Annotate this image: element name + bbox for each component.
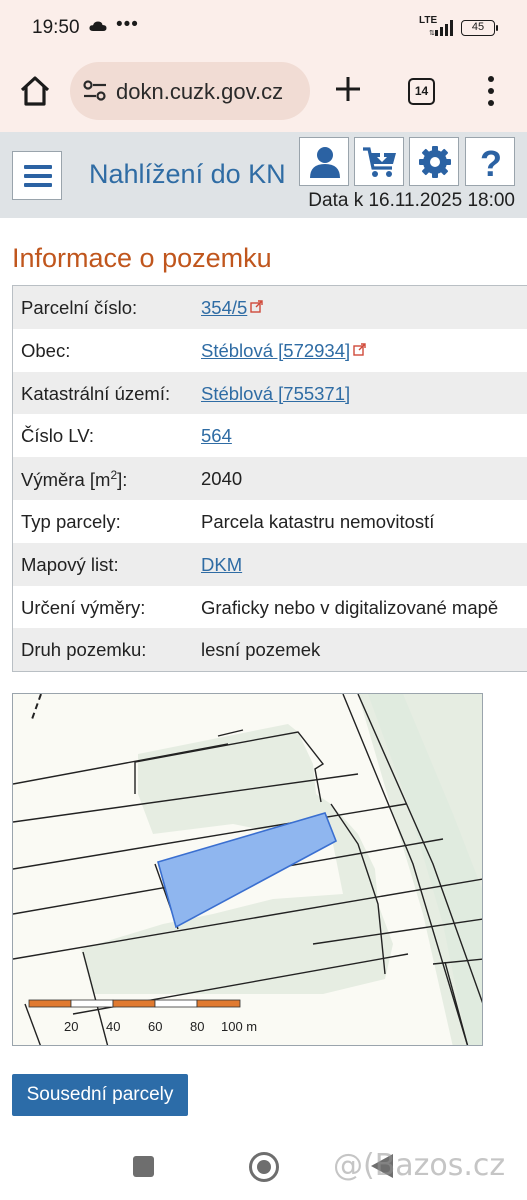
row-label: Mapový list: <box>21 553 119 575</box>
scale-label: 60 <box>148 1019 162 1034</box>
table-row: Obec: Stéblová [572934] <box>13 329 527 372</box>
row-label: Druh pozemku: <box>21 639 147 661</box>
more-vert-icon[interactable] <box>484 75 498 107</box>
gear-icon <box>419 146 451 178</box>
table-row: Číslo LV: 564 <box>13 414 527 457</box>
user-button[interactable] <box>299 137 349 186</box>
external-link-icon[interactable] <box>353 343 366 356</box>
home-circle-icon[interactable] <box>249 1152 279 1182</box>
table-row: Mapový list: DKM <box>13 542 527 586</box>
status-time: 19:50 <box>32 17 80 38</box>
parcel-number-link[interactable]: 354/5 <box>201 297 263 319</box>
row-label: Parcelní číslo: <box>21 297 138 318</box>
map-scale-bar: 20 40 60 80 100 m <box>28 999 257 1034</box>
parcel-map[interactable]: 20 40 60 80 100 m <box>12 693 483 1046</box>
row-label: Typ parcely: <box>21 510 121 532</box>
svg-text:⇅: ⇅ <box>429 30 435 36</box>
help-button[interactable]: ? <box>465 137 515 186</box>
settings-button[interactable] <box>409 137 459 186</box>
signal-icon: ⇅ <box>429 20 453 36</box>
row-label: Obec: <box>21 339 71 361</box>
cloud-icon <box>89 21 107 31</box>
external-link-icon[interactable] <box>250 300 263 313</box>
cart-icon <box>363 147 396 177</box>
scale-label: 100 m <box>221 1019 257 1034</box>
cadastral-map-drawing[interactable]: 20 40 60 80 100 m <box>13 694 483 1046</box>
table-row: Určení výměry: Graficky nebo v digitaliz… <box>13 586 527 629</box>
row-label: Určení výměry: <box>21 596 146 618</box>
watermark: @(Bazos.cz <box>333 1148 506 1183</box>
page-title: Informace o pozemku <box>12 243 272 273</box>
parcel-type-value: Parcela katastru nemovitostí <box>201 510 435 532</box>
table-row: Katastrální území: Stéblová [755371] <box>13 371 527 415</box>
address-bar[interactable]: dokn.cuzk.gov.cz <box>70 62 310 120</box>
municipality-value[interactable]: Stéblová [572934] <box>201 340 350 361</box>
ownership-sheet-link[interactable]: 564 <box>201 425 232 447</box>
neighboring-parcels-button[interactable]: Sousední parcely <box>12 1074 188 1116</box>
site-title[interactable]: Nahlížení do KN <box>89 159 286 190</box>
status-bar: 19:50 ••• LTE ⇅ 45 <box>0 0 527 56</box>
recent-apps-icon[interactable] <box>133 1156 154 1177</box>
cart-button[interactable] <box>354 137 404 186</box>
url-text[interactable]: dokn.cuzk.gov.cz <box>116 79 283 105</box>
parcel-number-value[interactable]: 354/5 <box>201 297 247 318</box>
area-value: 2040 <box>201 468 243 490</box>
municipality-link[interactable]: Stéblová [572934] <box>201 340 366 362</box>
row-label: Číslo LV: <box>21 425 94 447</box>
scale-label: 80 <box>190 1019 204 1034</box>
site-header: Nahlížení do KN ? Data k 16.11.2025 18:0… <box>0 132 527 218</box>
parcel-info-table: Parcelní číslo: 354/5 Obec: Stéblová [57… <box>12 285 527 673</box>
scale-label: 40 <box>106 1019 120 1034</box>
help-icon: ? <box>480 144 502 180</box>
tabs-icon[interactable]: 14 <box>408 78 435 105</box>
scale-label: 20 <box>64 1019 78 1034</box>
browser-toolbar: dokn.cuzk.gov.cz 14 <box>0 56 527 132</box>
battery-indicator: 45 <box>461 20 498 36</box>
system-navigation-bar: @(Bazos.cz <box>0 1130 527 1200</box>
cadastral-area-link[interactable]: Stéblová [755371] <box>201 383 350 405</box>
row-label: Katastrální území: <box>21 382 171 404</box>
table-row: Parcelní číslo: 354/5 <box>13 286 527 329</box>
home-icon[interactable] <box>18 74 52 108</box>
map-sheet-link[interactable]: DKM <box>201 554 242 576</box>
table-row: Typ parcely: Parcela katastru nemovitost… <box>13 500 527 543</box>
hamburger-menu-icon[interactable] <box>12 151 62 200</box>
tune-icon[interactable] <box>82 80 108 102</box>
table-row: Výměra [m2]: 2040 <box>13 457 527 500</box>
svg-text:?: ? <box>480 144 502 180</box>
table-row: Druh pozemku: lesní pozemek <box>13 628 527 672</box>
plus-icon[interactable] <box>333 74 363 104</box>
data-date: Data k 16.11.2025 18:00 <box>308 190 515 211</box>
land-type-value: lesní pozemek <box>201 639 321 661</box>
user-icon <box>310 147 340 178</box>
area-determination-value: Graficky nebo v digitalizované mapě <box>201 596 499 618</box>
notification-dots: ••• <box>116 14 139 35</box>
row-label: Výměra [m2]: <box>21 468 128 491</box>
